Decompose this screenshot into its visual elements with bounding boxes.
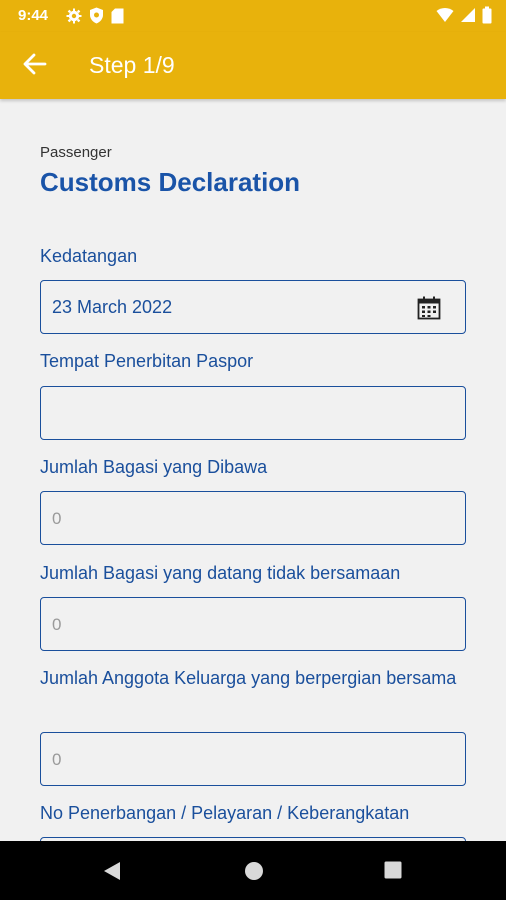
family-members-input[interactable]: 0 — [40, 732, 466, 786]
app-bar: Step 1/9 — [0, 32, 506, 99]
arrow-left-icon — [23, 53, 47, 80]
baggage-separate-label: Jumlah Bagasi yang datang tidak bersamaa… — [40, 563, 401, 583]
wifi-icon — [436, 7, 454, 28]
form-content[interactable]: Passenger Customs Declaration Kedatangan… — [0, 99, 506, 841]
recents-square-icon[interactable] — [384, 861, 402, 884]
status-bar: 9:44 — [0, 0, 506, 32]
system-nav-bar — [0, 841, 506, 900]
baggage-separate-placeholder: 0 — [52, 615, 62, 634]
page-title: Step 1/9 — [89, 52, 175, 78]
arrival-date-field[interactable]: 23 March 2022 — [40, 280, 466, 334]
status-time: 9:44 — [18, 7, 49, 24]
battery-icon — [482, 6, 492, 29]
passport-issue-place-input[interactable] — [40, 386, 466, 440]
calendar-icon[interactable] — [417, 296, 441, 325]
back-triangle-icon[interactable] — [102, 861, 122, 886]
sd-card-icon — [111, 8, 124, 29]
passport-issue-place-label: Tempat Penerbitan Paspor — [40, 351, 254, 371]
form-subtitle: Passenger — [40, 144, 112, 161]
home-circle-icon[interactable] — [244, 861, 264, 886]
arrival-date-label: Kedatangan — [40, 246, 138, 266]
shield-icon — [89, 7, 104, 29]
baggage-carried-placeholder: 0 — [52, 509, 62, 528]
family-members-placeholder: 0 — [52, 750, 62, 769]
baggage-separate-input[interactable]: 0 — [40, 597, 466, 651]
back-button[interactable] — [18, 50, 52, 82]
baggage-carried-input[interactable]: 0 — [40, 491, 466, 545]
family-members-label: Jumlah Anggota Keluarga yang berpergian … — [40, 668, 457, 688]
gear-icon — [66, 8, 82, 29]
baggage-carried-label: Jumlah Bagasi yang Dibawa — [40, 457, 268, 477]
arrival-date-value: 23 March 2022 — [52, 297, 173, 317]
cellular-signal-icon — [460, 7, 476, 28]
form-title: Customs Declaration — [40, 167, 301, 197]
flight-number-label: No Penerbangan / Pelayaran / Keberangkat… — [40, 803, 410, 823]
